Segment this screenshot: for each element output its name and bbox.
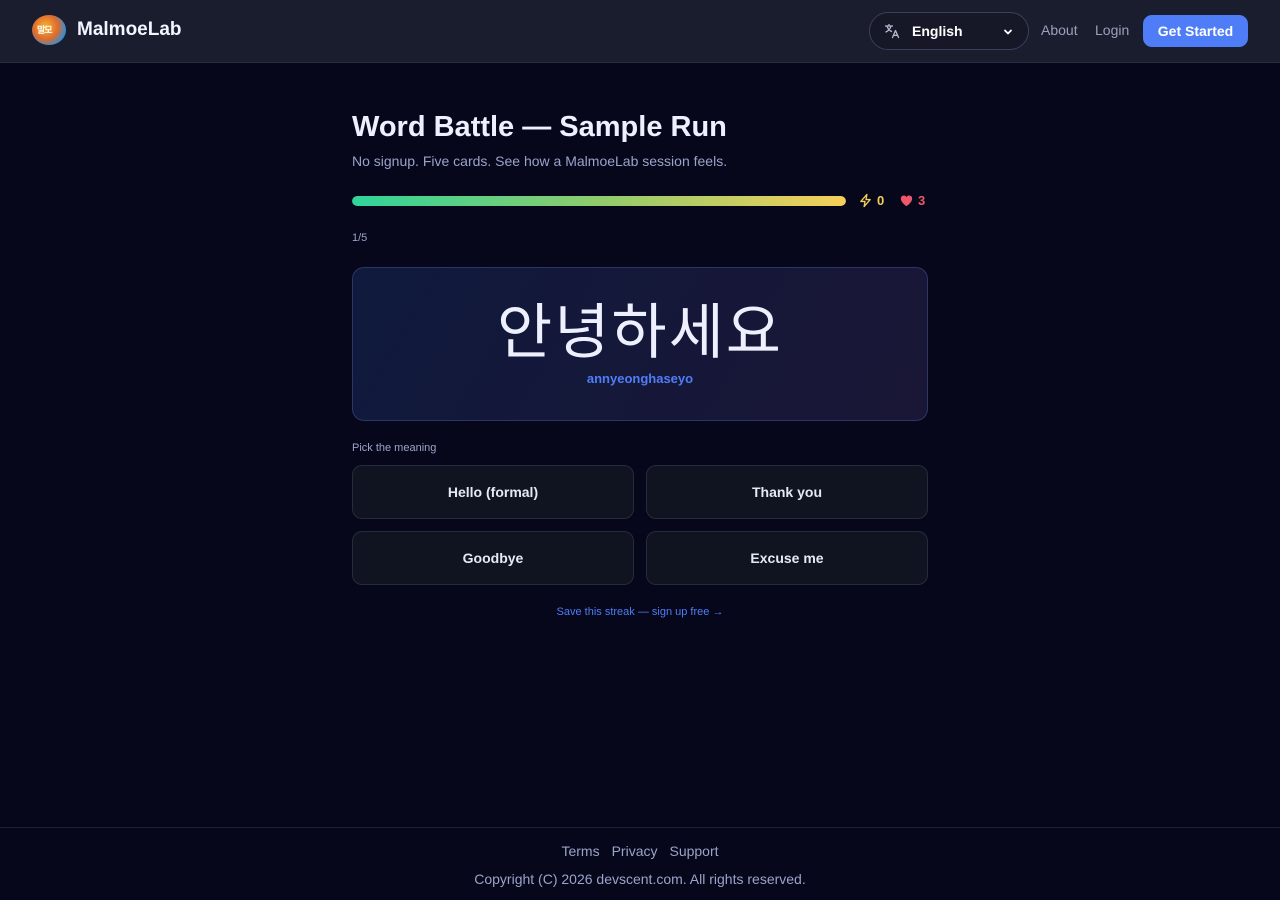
footer-links: Terms Privacy Support bbox=[0, 843, 1280, 859]
energy-stat: 0 bbox=[858, 193, 884, 208]
save-streak-signup-link[interactable]: Save this streak — sign up free → bbox=[0, 606, 1280, 618]
footer-privacy-link[interactable]: Privacy bbox=[612, 843, 658, 859]
language-selected: English bbox=[912, 23, 963, 39]
card-romanization: annyeonghaseyo bbox=[586, 371, 694, 386]
footer-support-link[interactable]: Support bbox=[669, 843, 718, 859]
footer-terms-link[interactable]: Terms bbox=[561, 843, 599, 859]
page-subtitle: No signup. Five cards. See how a MalmoeL… bbox=[352, 153, 728, 169]
translate-icon bbox=[884, 23, 900, 39]
brand[interactable]: 말모 MalmoeLab bbox=[32, 15, 182, 45]
top-header: 말모 MalmoeLab English About Login Get Sta… bbox=[0, 0, 1280, 63]
pick-meaning-label: Pick the meaning bbox=[352, 442, 437, 454]
language-select[interactable]: English bbox=[869, 12, 1029, 50]
session-progress-fill bbox=[352, 196, 846, 206]
nav-login-link[interactable]: Login bbox=[1095, 22, 1129, 38]
brand-name: MalmoeLab bbox=[77, 19, 182, 40]
heart-icon bbox=[900, 195, 913, 207]
card-counter: 1/5 bbox=[352, 232, 368, 244]
nav-about-link[interactable]: About bbox=[1041, 22, 1078, 38]
malmoelab-logo-icon: 말모 bbox=[32, 15, 66, 45]
copyright-text: Copyright (C) 2026 devscent.com. All rig… bbox=[474, 871, 806, 887]
answer-option-4[interactable]: Excuse me bbox=[646, 531, 928, 585]
get-started-button[interactable]: Get Started bbox=[1143, 15, 1248, 47]
footer: Terms Privacy Support Copyright (C) 2026… bbox=[0, 827, 1280, 900]
lives-count: 3 bbox=[918, 193, 926, 208]
answer-option-3[interactable]: Goodbye bbox=[352, 531, 634, 585]
card-word: 안녕하세요 bbox=[497, 298, 783, 368]
energy-count: 0 bbox=[877, 193, 885, 208]
chevron-down-icon bbox=[1004, 29, 1012, 35]
answer-option-1[interactable]: Hello (formal) bbox=[352, 465, 634, 519]
lives-stat: 3 bbox=[899, 193, 925, 208]
lightning-icon bbox=[860, 193, 871, 208]
page-title: Word Battle — Sample Run bbox=[352, 111, 727, 143]
answer-option-2[interactable]: Thank you bbox=[646, 465, 928, 519]
session-progress-bar bbox=[352, 196, 846, 206]
word-card: 안녕하세요 annyeonghaseyo bbox=[352, 267, 928, 421]
